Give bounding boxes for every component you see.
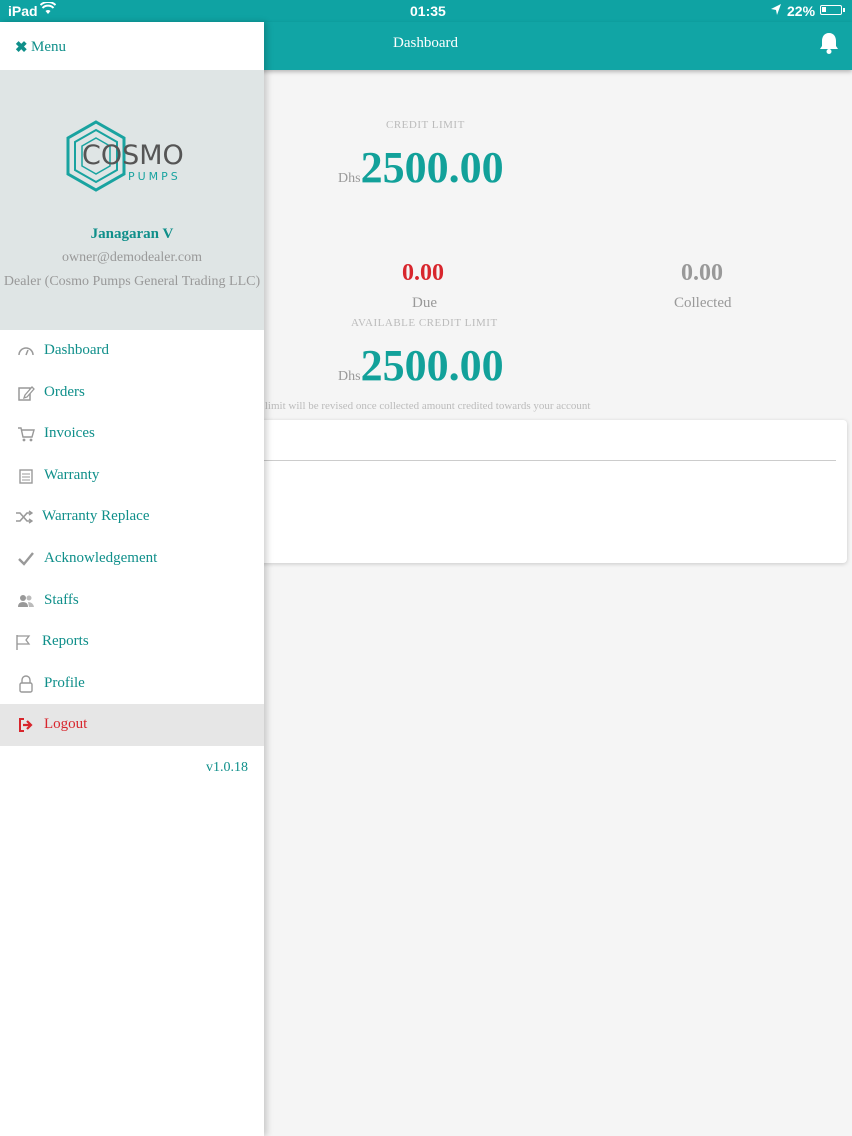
gauge-icon — [17, 342, 35, 360]
bell-icon[interactable] — [818, 31, 840, 60]
menu-item-label: Invoices — [44, 425, 95, 442]
status-bar: iPad 01:35 22% — [0, 0, 852, 22]
available-credit-amount: Dhs2500.00 — [338, 340, 504, 391]
drawer-menu: Dashboard Orders Invoices Warranty Warra… — [0, 330, 264, 746]
cosmo-pumps-logo: COSMO PUMPS — [62, 120, 202, 197]
user-role: Dealer (Cosmo Pumps General Trading LLC) — [3, 274, 261, 289]
credit-limit-amount: Dhs2500.00 — [338, 142, 504, 193]
currency-label: Dhs — [338, 369, 361, 384]
menu-item-label: Logout — [44, 716, 88, 733]
menu-item-reports[interactable]: Reports — [0, 621, 264, 663]
menu-item-orders[interactable]: Orders — [0, 372, 264, 414]
menu-item-staffs[interactable]: Staffs — [0, 580, 264, 622]
menu-label: Menu — [31, 39, 66, 55]
menu-item-label: Orders — [44, 383, 85, 400]
menu-item-label: Acknowledgement — [44, 549, 158, 566]
clock: 01:35 — [410, 3, 446, 19]
credit-limit-label: CREDIT LIMIT — [386, 119, 465, 131]
side-drawer: ✖ Menu COSMO PUMPS Janagaran V owner@dem… — [0, 22, 264, 1136]
page-title: Dashboard — [393, 35, 458, 51]
check-icon — [17, 550, 35, 568]
edit-icon — [17, 384, 35, 402]
menu-item-label: Reports — [42, 633, 89, 650]
due-value: 0.00 — [402, 260, 444, 286]
wifi-icon — [39, 1, 57, 19]
credit-limit-value: 2500.00 — [360, 143, 504, 192]
due-label: Due — [412, 295, 437, 311]
logo-subtext: PUMPS — [128, 170, 181, 183]
collected-value: 0.00 — [681, 260, 723, 286]
card-divider — [250, 460, 836, 461]
location-arrow-icon — [770, 3, 782, 20]
available-credit-value: 2500.00 — [360, 341, 504, 390]
users-icon — [17, 592, 35, 610]
menu-item-label: Dashboard — [44, 342, 109, 358]
battery-icon — [820, 5, 845, 15]
menu-item-label: Profile — [44, 674, 85, 691]
calendar-icon — [17, 467, 35, 485]
battery-percent: 22% — [787, 3, 816, 19]
menu-item-acknowledgement[interactable]: Acknowledgement — [0, 538, 264, 580]
menu-item-logout[interactable]: Logout — [0, 704, 264, 746]
shuffle-icon — [15, 508, 34, 526]
menu-item-invoices[interactable]: Invoices — [0, 413, 264, 455]
available-credit-label: AVAILABLE CREDIT LIMIT — [351, 317, 498, 329]
credit-note: it limit will be revised once collected … — [256, 400, 591, 412]
close-icon[interactable]: ✖ — [15, 38, 28, 57]
lock-icon — [17, 675, 35, 693]
dashboard-card — [250, 420, 847, 563]
menu-item-label: Warranty Replace — [42, 508, 150, 525]
flag-icon — [15, 633, 33, 651]
menu-item-dashboard[interactable]: Dashboard — [0, 330, 264, 372]
currency-label: Dhs — [338, 171, 361, 186]
menu-item-warranty[interactable]: Warranty — [0, 455, 264, 497]
profile-panel: COSMO PUMPS Janagaran V owner@demodealer… — [0, 70, 264, 330]
menu-item-warranty-replace[interactable]: Warranty Replace — [0, 496, 264, 538]
user-name: Janagaran V — [90, 226, 174, 242]
user-email: owner@demodealer.com — [61, 250, 202, 265]
collected-label: Collected — [674, 295, 732, 311]
menu-item-profile[interactable]: Profile — [0, 663, 264, 705]
cart-icon — [17, 425, 35, 443]
logo-text: COSMO — [82, 140, 184, 171]
logout-icon — [17, 716, 35, 734]
drawer-header[interactable]: ✖ Menu — [0, 22, 264, 70]
menu-item-label: Staffs — [44, 591, 79, 608]
app-version: v1.0.18 — [206, 760, 248, 775]
menu-item-label: Warranty — [44, 466, 100, 483]
carrier-label: iPad — [8, 3, 38, 19]
